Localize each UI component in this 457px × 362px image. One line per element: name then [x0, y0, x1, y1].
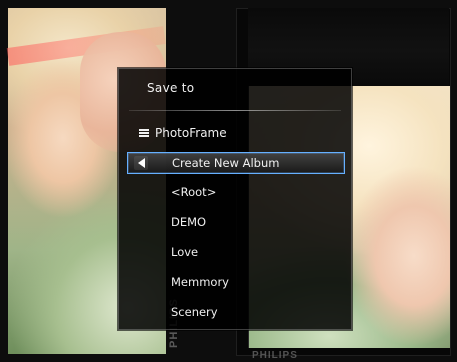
menu-item-label: <Root> — [171, 185, 217, 199]
menu-location-header: PhotoFrame — [139, 125, 227, 141]
menu-item-memmory[interactable]: Memmory — [127, 272, 343, 292]
menu-title: Save to — [147, 81, 195, 95]
menu-item-label: Scenery — [171, 305, 218, 319]
menu-divider — [129, 110, 341, 111]
menu-item-demo[interactable]: DEMO — [127, 212, 343, 232]
save-to-menu: Save to PhotoFrame Create New Album <Roo… — [118, 68, 352, 330]
menu-item-label: Love — [171, 245, 199, 259]
back-arrow-icon — [138, 158, 145, 168]
list-icon — [139, 128, 149, 138]
menu-item-label: DEMO — [171, 215, 207, 229]
philips-bottom-logo: PHILIPS — [252, 350, 298, 361]
photo-frame-screen: PHILIPS PHILIPS Save to PhotoFrame Creat… — [0, 0, 457, 362]
menu-location-label: PhotoFrame — [155, 126, 227, 140]
menu-item-love[interactable]: Love — [127, 242, 343, 262]
menu-item-create-new-album[interactable]: Create New Album — [127, 152, 345, 174]
menu-item-label: Create New Album — [172, 156, 280, 170]
menu-item-label: Memmory — [171, 275, 229, 289]
menu-item-scenery[interactable]: Scenery — [127, 302, 343, 322]
menu-item-root[interactable]: <Root> — [127, 182, 343, 202]
